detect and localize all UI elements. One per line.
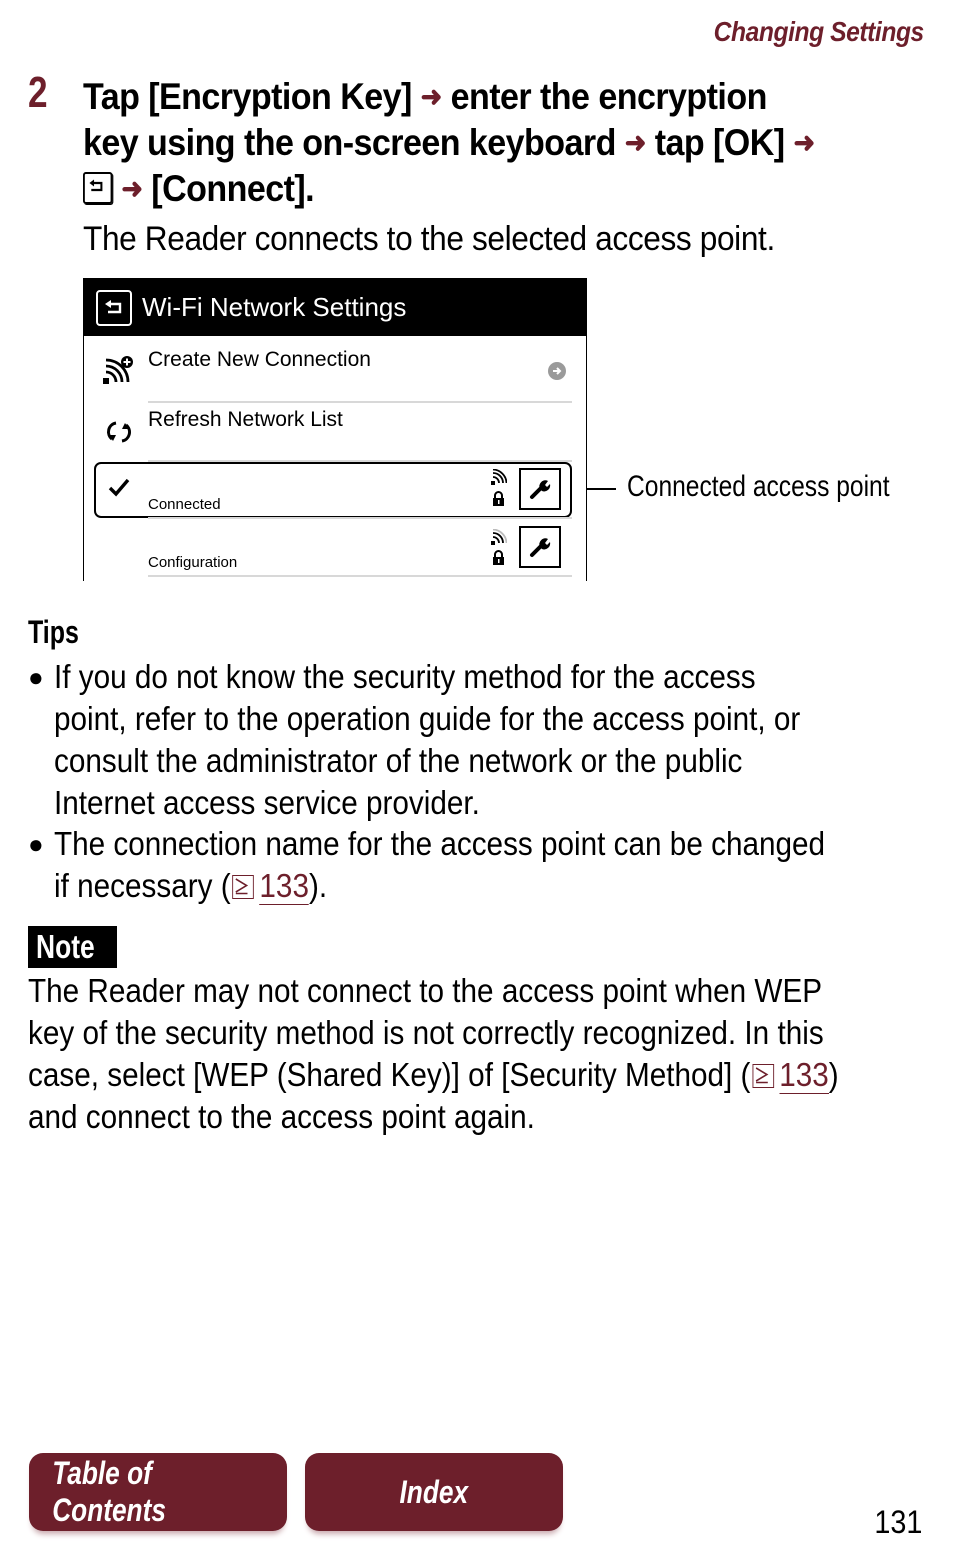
checkmark-icon bbox=[108, 477, 130, 502]
arrow-right-icon: ➜ bbox=[793, 127, 815, 158]
refresh-icon bbox=[106, 419, 132, 450]
step-text-part: [Connect]. bbox=[151, 168, 315, 209]
wifi-signal-icon bbox=[491, 528, 508, 550]
tip-line: point, refer to the operation guide for … bbox=[54, 700, 801, 737]
tip-line: If you do not know the security method f… bbox=[54, 658, 756, 695]
arrow-right-icon: ➜ bbox=[121, 173, 143, 204]
network-status: Configuration bbox=[148, 554, 238, 571]
step-text-part: enter the encryption bbox=[450, 76, 768, 117]
wrench-icon bbox=[530, 480, 551, 499]
index-button[interactable]: Index bbox=[305, 1453, 563, 1531]
note-line: and connect to the access point again. bbox=[28, 1098, 535, 1135]
bullet-icon: ● bbox=[28, 662, 44, 692]
screen-title-bar: Wi-Fi Network Settings bbox=[84, 279, 586, 336]
page-reference-icon bbox=[232, 875, 255, 899]
note-title: Note bbox=[36, 928, 95, 965]
note-body: The Reader may not connect to the access… bbox=[28, 970, 929, 1138]
wrench-icon bbox=[530, 538, 551, 557]
tip-text: ). bbox=[308, 867, 328, 904]
network-item-connected[interactable]: Connected bbox=[84, 463, 586, 515]
device-screenshot: Wi-Fi Network Settings Create New Connec… bbox=[83, 278, 587, 581]
lock-icon bbox=[492, 491, 505, 511]
note-heading: Note bbox=[28, 926, 118, 968]
network-item-configuration[interactable]: Configuration bbox=[84, 519, 586, 577]
note-text: ) bbox=[828, 1056, 839, 1093]
network-settings-button[interactable] bbox=[519, 526, 561, 568]
tip-line: Internet access service provider. bbox=[54, 784, 480, 821]
section-header: Changing Settings bbox=[713, 16, 925, 47]
menu-item-label: Create New Connection bbox=[148, 348, 371, 371]
callout-leader-line bbox=[586, 488, 616, 490]
step-description: The Reader connects to the selected acce… bbox=[83, 220, 775, 258]
button-label: Index bbox=[399, 1473, 469, 1510]
screen-title: Wi-Fi Network Settings bbox=[142, 292, 407, 322]
step-text-part: Tap [Encryption Key] bbox=[83, 76, 412, 117]
note-line: key of the security method is not correc… bbox=[28, 1014, 824, 1051]
table-of-contents-button[interactable]: Table of Contents bbox=[29, 1453, 287, 1531]
page-number: 131 bbox=[873, 1504, 922, 1540]
step-text-part: tap [OK] bbox=[654, 122, 785, 163]
step-instruction: Tap [Encryption Key] ➜ enter the encrypt… bbox=[83, 74, 933, 212]
note-line: case, select [WEP (Shared Key)] of [Secu… bbox=[28, 1054, 839, 1096]
back-button-icon bbox=[83, 172, 113, 204]
network-status: Connected bbox=[148, 496, 221, 513]
page-reference-link[interactable]: 133 bbox=[779, 1056, 829, 1094]
menu-item-refresh-network-list[interactable]: Refresh Network List bbox=[84, 403, 586, 461]
callout-label: Connected access point bbox=[627, 470, 890, 503]
bullet-icon: ● bbox=[28, 829, 44, 859]
tip-line: consult the administrator of the network… bbox=[54, 742, 743, 779]
arrow-right-icon: ➜ bbox=[420, 81, 443, 112]
divider bbox=[148, 575, 572, 577]
back-icon bbox=[105, 299, 122, 313]
wifi-signal-icon bbox=[491, 468, 508, 490]
step-text-part: key using the on-screen keyboard bbox=[83, 122, 616, 163]
note-line: The Reader may not connect to the access… bbox=[28, 972, 823, 1009]
tips-heading: Tips bbox=[28, 614, 79, 650]
tip-text: if necessary ( bbox=[54, 867, 231, 904]
page-reference-icon bbox=[752, 1064, 774, 1088]
arrow-right-circle-icon bbox=[548, 362, 566, 385]
button-label: Table of Contents bbox=[52, 1455, 166, 1528]
tip-line: if necessary ( 133). bbox=[54, 865, 825, 907]
note-text: case, select [WEP (Shared Key)] of [Secu… bbox=[28, 1056, 751, 1093]
menu-item-create-new-connection[interactable]: Create New Connection bbox=[84, 336, 586, 402]
network-settings-button[interactable] bbox=[519, 468, 561, 510]
back-button[interactable] bbox=[96, 289, 132, 326]
arrow-right-icon: ➜ bbox=[624, 127, 647, 158]
wifi-add-icon bbox=[102, 354, 134, 391]
lock-icon bbox=[492, 550, 505, 570]
tip-line: The connection name for the access point… bbox=[54, 825, 826, 862]
menu-item-label: Refresh Network List bbox=[148, 408, 343, 431]
step-number: 2 bbox=[28, 68, 48, 117]
page-reference-link[interactable]: 133 bbox=[259, 867, 309, 905]
